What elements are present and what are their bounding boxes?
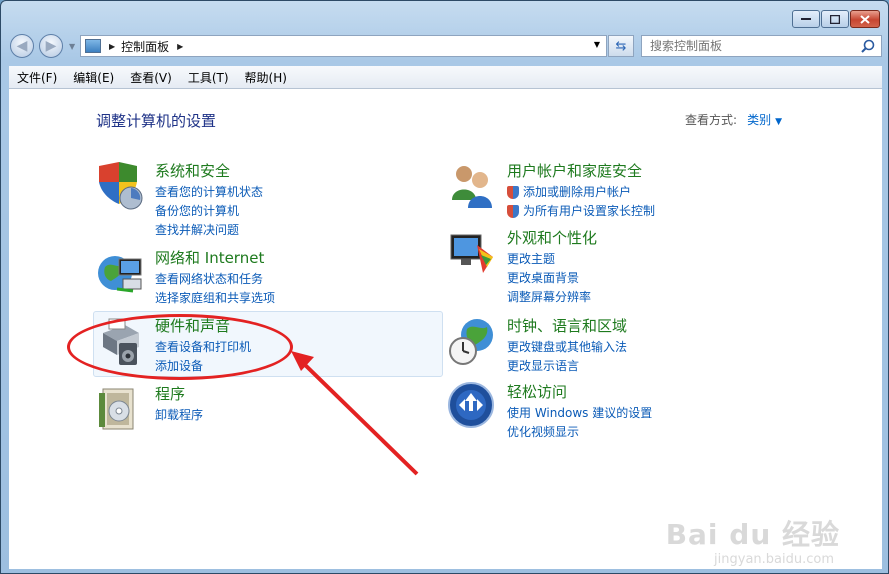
watermark-url: jingyan.baidu.com <box>714 552 834 567</box>
content-area: 调整计算机的设置 查看方式: 类别 ▼ 系统和安全 查看您的计算机状态 备份您的计算… <box>9 89 882 569</box>
search-input[interactable] <box>648 38 852 54</box>
back-button[interactable]: ◀ <box>10 34 34 58</box>
breadcrumb-chevron-icon[interactable]: ▶ <box>177 42 183 51</box>
recent-pages-dropdown[interactable]: ▼ <box>69 42 77 51</box>
breadcrumb-separator-icon[interactable]: ▶ <box>109 42 115 51</box>
search-box[interactable] <box>641 35 882 57</box>
annotation-arrow <box>291 351 419 476</box>
forward-button[interactable]: ▶ <box>39 34 63 58</box>
menu-tools[interactable]: 工具(T) <box>180 69 237 86</box>
minimize-button[interactable] <box>792 10 820 28</box>
address-dropdown-icon[interactable]: ▼ <box>594 40 600 49</box>
search-icon[interactable] <box>861 39 875 53</box>
menu-edit[interactable]: 编辑(E) <box>65 69 122 86</box>
breadcrumb-control-panel[interactable]: 控制面板 <box>121 38 169 55</box>
refresh-button[interactable]: ⇆ <box>608 35 634 57</box>
close-button[interactable] <box>850 10 880 28</box>
navigation-bar: ◀ ▶ ▼ ▶ 控制面板 ▶ ▼ ⇆ <box>9 33 882 61</box>
window-controls <box>792 10 880 28</box>
control-panel-window: ◀ ▶ ▼ ▶ 控制面板 ▶ ▼ ⇆ 文件(F) 编辑(E) 查看(V) 工具(… <box>0 0 889 574</box>
back-arrow-icon: ◀ <box>16 38 28 54</box>
address-bar[interactable]: ▶ 控制面板 ▶ ▼ <box>80 35 607 57</box>
menu-bar: 文件(F) 编辑(E) 查看(V) 工具(T) 帮助(H) <box>9 66 882 89</box>
menu-file[interactable]: 文件(F) <box>9 69 65 86</box>
refresh-icon: ⇆ <box>615 38 627 54</box>
watermark-brand: Bai du 经验 <box>665 518 840 551</box>
control-panel-icon <box>85 39 101 53</box>
menu-view[interactable]: 查看(V) <box>122 69 180 86</box>
menu-help[interactable]: 帮助(H) <box>237 69 295 86</box>
maximize-button[interactable] <box>821 10 849 28</box>
forward-arrow-icon: ▶ <box>45 38 57 54</box>
